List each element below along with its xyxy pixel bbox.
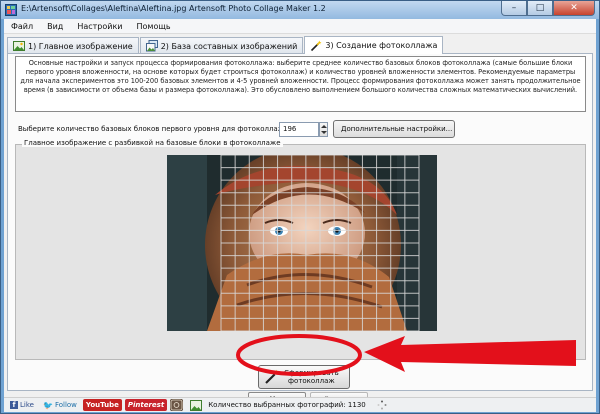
maximize-button[interactable]: □ (527, 1, 553, 16)
magic-wand-icon (311, 40, 322, 51)
status-bar: f Like 🐦 Follow YouTube Pinterest Количе… (4, 397, 596, 412)
generate-collage-label: Сформировать фотоколлаж (284, 369, 339, 385)
tab-main-image[interactable]: 1) Главное изображение (7, 37, 139, 54)
twitter-follow-button[interactable]: 🐦 Follow (40, 399, 80, 411)
facebook-label: Like (20, 401, 34, 409)
advanced-settings-button[interactable]: Дополнительные настройки... (333, 120, 455, 138)
menu-file[interactable]: Файл (4, 22, 40, 31)
blocks-count-spinner[interactable] (319, 122, 328, 137)
generate-label-line-1: Сформировать (284, 369, 339, 377)
tab-image-base[interactable]: 2) База составных изображений (139, 37, 304, 54)
blocks-count-input[interactable]: 196 (279, 122, 319, 137)
main-image-preview (167, 155, 437, 331)
photos-count-icon (190, 399, 203, 411)
tab-strip: 1) Главное изображение 2) База составных… (7, 36, 444, 54)
tab-label: 3) Создание фотоколлажа (325, 41, 438, 50)
menu-view[interactable]: Вид (40, 22, 70, 31)
youtube-button[interactable]: YouTube (82, 399, 122, 411)
facebook-like-button[interactable]: f Like (7, 399, 37, 411)
preview-group: Главное изображение с разбивкой на базов… (15, 139, 586, 360)
instagram-button[interactable] (170, 399, 184, 411)
window-controls: – □ ✕ (501, 1, 595, 17)
generate-label-line-2: фотоколлаж (288, 377, 335, 385)
twitter-label: Follow (54, 401, 77, 409)
pinterest-button[interactable]: Pinterest (124, 399, 168, 411)
tab-label: 1) Главное изображение (28, 41, 133, 51)
app-icon (5, 4, 17, 16)
generate-collage-button[interactable]: Сформировать фотоколлаж (258, 365, 350, 389)
loading-spinner-icon (377, 400, 387, 410)
instagram-icon (170, 399, 183, 411)
blocks-settings-row: Выберите количество базовых блоков перво… (8, 120, 594, 138)
menu-settings[interactable]: Настройки (70, 22, 129, 31)
app-window: E:\Artensoft\Collages\Aleftina\Aleftina.… (0, 0, 600, 414)
twitter-icon: 🐦 (42, 400, 53, 410)
facebook-icon: f (10, 401, 18, 409)
collage-creation-panel: Основные настройки и запуск процесса фор… (7, 53, 593, 391)
menu-help[interactable]: Помощь (130, 22, 178, 31)
image-icon (13, 41, 25, 51)
instructions-text: Основные настройки и запуск процесса фор… (15, 56, 586, 112)
client-area: Файл Вид Настройки Помощь 1) Главное изо… (4, 19, 596, 412)
selected-photos-count: Количество выбранных фотографий: 1130 (208, 401, 366, 409)
menu-bar: Файл Вид Настройки Помощь (4, 19, 596, 34)
magic-wand-icon (265, 369, 280, 384)
preview-group-label: Главное изображение с разбивкой на базов… (22, 139, 283, 147)
tab-label: 2) База составных изображений (160, 41, 298, 51)
photos-icon (145, 40, 158, 52)
close-button[interactable]: ✕ (553, 1, 595, 16)
advanced-settings-label: Дополнительные настройки... (341, 125, 453, 133)
blocks-count-label: Выберите количество базовых блоков перво… (18, 125, 291, 133)
window-title: E:\Artensoft\Collages\Aleftina\Aleftina.… (21, 4, 326, 13)
tab-create-collage[interactable]: 3) Создание фотоколлажа (304, 36, 444, 54)
title-bar[interactable]: E:\Artensoft\Collages\Aleftina\Aleftina.… (1, 1, 599, 19)
minimize-button[interactable]: – (501, 1, 527, 16)
